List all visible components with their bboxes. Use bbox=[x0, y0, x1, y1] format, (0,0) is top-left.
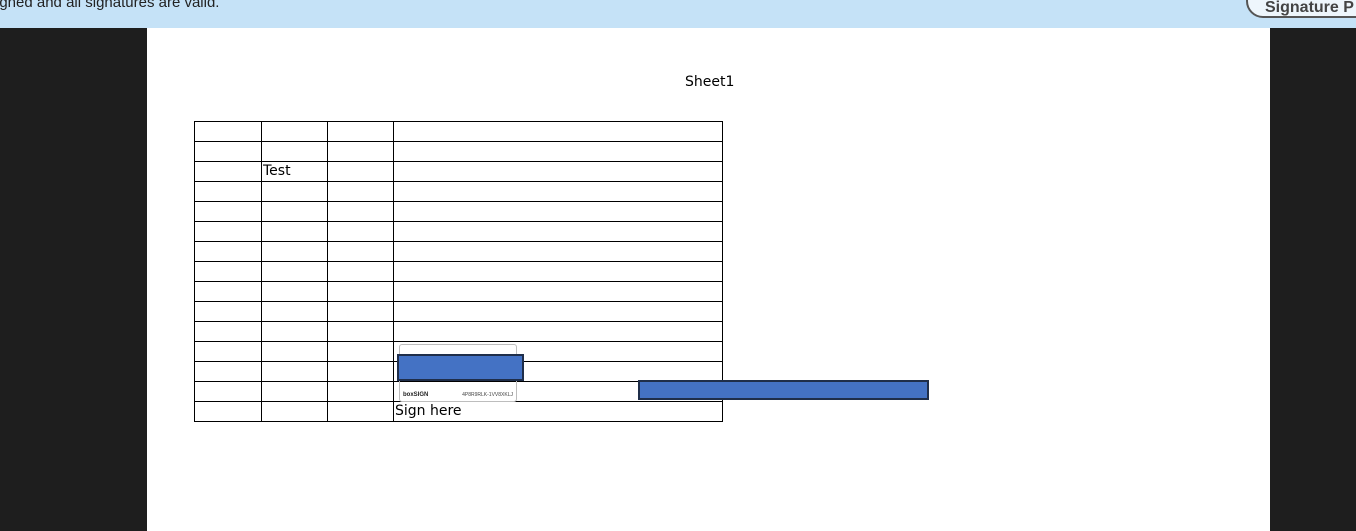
table-cell[interactable] bbox=[327, 181, 394, 202]
redaction-block bbox=[638, 380, 929, 400]
table-cell[interactable] bbox=[261, 401, 328, 422]
table-row bbox=[194, 221, 723, 242]
table-cell[interactable] bbox=[194, 141, 262, 162]
table-cell[interactable] bbox=[194, 341, 262, 362]
table-cell[interactable] bbox=[261, 241, 328, 262]
table-cell[interactable] bbox=[194, 181, 262, 202]
table-cell[interactable] bbox=[327, 281, 394, 302]
redaction-block bbox=[397, 354, 524, 381]
table-cell[interactable] bbox=[393, 261, 723, 282]
table-cell[interactable] bbox=[261, 341, 328, 362]
table-row bbox=[194, 181, 723, 202]
table-cell[interactable] bbox=[327, 321, 394, 342]
table-cell[interactable] bbox=[261, 361, 328, 382]
table-cell[interactable] bbox=[194, 401, 262, 422]
signature-panel-button-label: Signature P bbox=[1265, 0, 1354, 16]
table-cell[interactable] bbox=[393, 141, 723, 162]
table-cell[interactable] bbox=[327, 401, 394, 422]
table-cell[interactable] bbox=[327, 141, 394, 162]
box-sign-logo: boxSIGN bbox=[403, 392, 429, 398]
table-cell[interactable] bbox=[261, 261, 328, 282]
table-cell[interactable] bbox=[261, 201, 328, 222]
table-cell[interactable] bbox=[327, 121, 394, 142]
table-row bbox=[194, 281, 723, 302]
table-cell[interactable] bbox=[327, 381, 394, 402]
table-cell[interactable] bbox=[261, 281, 328, 302]
table-cell[interactable] bbox=[327, 221, 394, 242]
table-cell[interactable] bbox=[261, 301, 328, 322]
table-cell[interactable] bbox=[393, 201, 723, 222]
table-cell[interactable] bbox=[327, 361, 394, 382]
table-cell[interactable] bbox=[327, 161, 394, 182]
table-cell[interactable] bbox=[393, 221, 723, 242]
table-cell[interactable] bbox=[393, 161, 723, 182]
table-cell[interactable] bbox=[194, 201, 262, 222]
table-row bbox=[194, 141, 723, 162]
table-cell[interactable] bbox=[194, 161, 262, 182]
table-row bbox=[194, 261, 723, 282]
table-cell[interactable] bbox=[327, 241, 394, 262]
signature-id: 4P8R9RLK-1VV8XKLJ bbox=[462, 392, 513, 398]
sheet-title: Sheet1 bbox=[685, 74, 735, 90]
table-row: Sign here bbox=[194, 401, 723, 422]
table-cell[interactable] bbox=[393, 181, 723, 202]
table-cell[interactable] bbox=[194, 361, 262, 382]
table-cell[interactable] bbox=[327, 301, 394, 322]
table-cell[interactable] bbox=[194, 241, 262, 262]
signature-status-message: igned and all signatures are valid. bbox=[0, 0, 220, 11]
table-row bbox=[194, 301, 723, 322]
table-row bbox=[194, 241, 723, 262]
table-cell[interactable] bbox=[194, 261, 262, 282]
table-cell[interactable] bbox=[194, 301, 262, 322]
table-cell[interactable] bbox=[261, 141, 328, 162]
table-cell[interactable] bbox=[261, 181, 328, 202]
table-cell[interactable] bbox=[194, 121, 262, 142]
table-cell[interactable] bbox=[194, 381, 262, 402]
table-cell[interactable] bbox=[393, 321, 723, 342]
table-row: Test bbox=[194, 161, 723, 182]
table-cell[interactable] bbox=[194, 281, 262, 302]
table-row bbox=[194, 121, 723, 142]
table-cell[interactable] bbox=[393, 121, 723, 142]
table-cell[interactable] bbox=[261, 381, 328, 402]
table-cell[interactable] bbox=[261, 321, 328, 342]
table-cell[interactable] bbox=[261, 221, 328, 242]
table-row bbox=[194, 321, 723, 342]
table-cell[interactable] bbox=[194, 221, 262, 242]
table-cell[interactable] bbox=[327, 261, 394, 282]
table-cell[interactable] bbox=[393, 301, 723, 322]
signature-status-bar: igned and all signatures are valid. Sign… bbox=[0, 0, 1356, 28]
signature-panel-button[interactable]: Signature P bbox=[1246, 0, 1356, 18]
table-cell[interactable] bbox=[261, 121, 328, 142]
table-cell[interactable] bbox=[194, 321, 262, 342]
document-page: Sheet1 Test Sign here boxSIGN 4P8R9RLK-1V… bbox=[147, 28, 1270, 531]
table-cell[interactable] bbox=[327, 201, 394, 222]
table-row bbox=[194, 201, 723, 222]
table-cell[interactable] bbox=[393, 241, 723, 262]
table-cell[interactable]: Test bbox=[261, 161, 328, 182]
table-cell[interactable] bbox=[393, 281, 723, 302]
table-cell[interactable] bbox=[327, 341, 394, 362]
table-cell[interactable]: Sign here bbox=[393, 401, 723, 422]
